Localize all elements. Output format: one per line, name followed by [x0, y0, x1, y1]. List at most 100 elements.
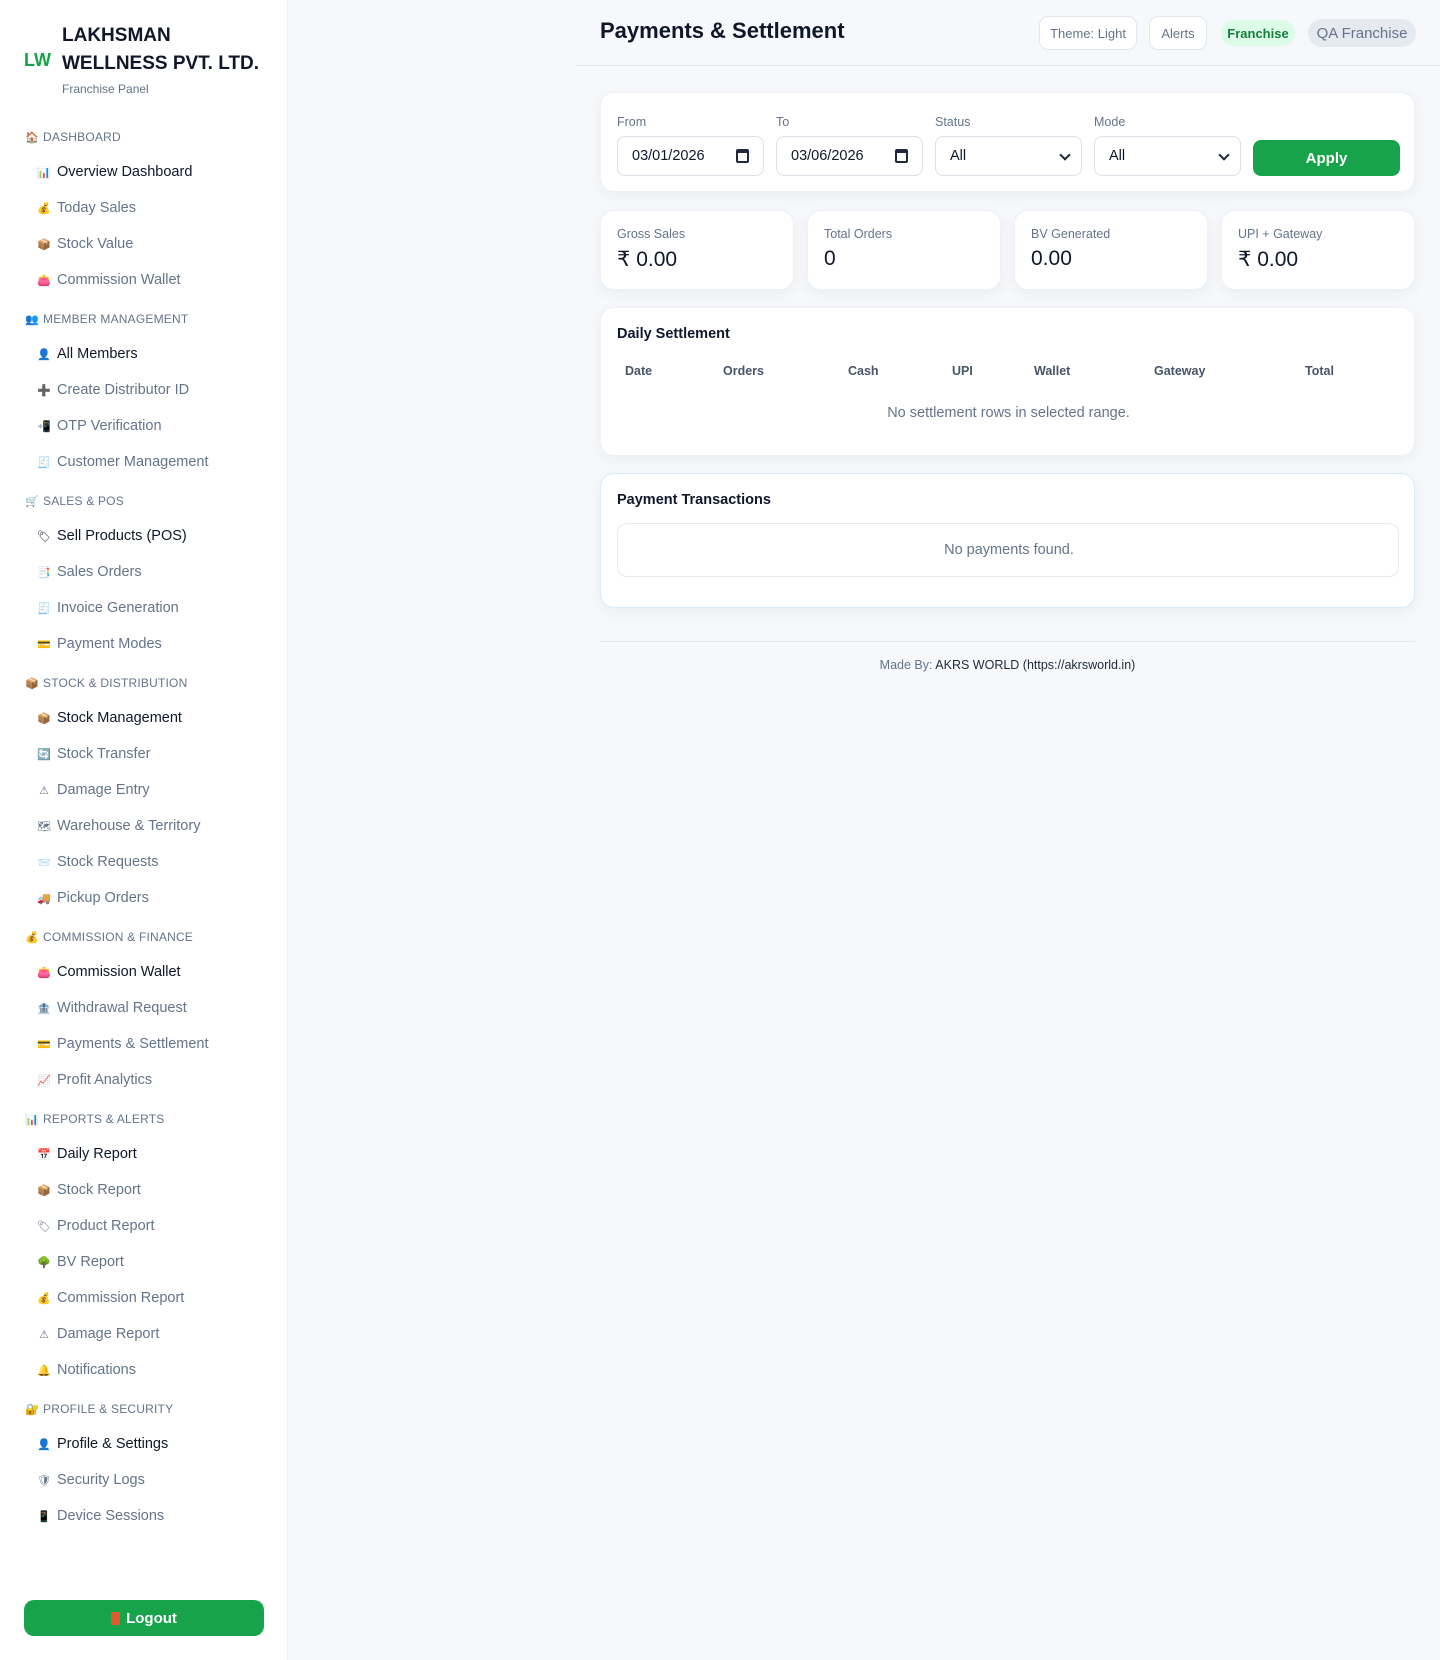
cart-icon: 🛒 [25, 495, 39, 508]
chevron-down-icon [1218, 149, 1230, 161]
sidebar-item-label: Profile & Settings [57, 1436, 169, 1452]
sidebar-item-security-logs[interactable]: 🛡 Security Logs [0, 1462, 288, 1498]
sidebar-item-profit-analytics[interactable]: 📈 Profit Analytics [0, 1062, 288, 1098]
sidebar-item-label: Device Sessions [57, 1508, 165, 1524]
alerts-button[interactable]: Alerts [1149, 16, 1207, 50]
nav-section: 👥 MEMBER MANAGEMENT 👤 All Members ➕ Create Di… [0, 308, 288, 480]
sidebar-item-label: Today Sales [57, 200, 136, 216]
shield-icon: 🛡 [37, 1474, 51, 1487]
sidebar-item-stock-report[interactable]: 📦 Stock Report [0, 1172, 288, 1208]
sidebar-item-otp-verification[interactable]: 📲 OTP Verification [0, 408, 288, 444]
sidebar-item-profile-settings[interactable]: 👤 Profile & Settings [0, 1426, 288, 1462]
sidebar-item-bv-report[interactable]: 🌳 BV Report [0, 1244, 288, 1280]
sidebar-item-product-report[interactable]: 🏷 Product Report [0, 1208, 288, 1244]
brand-logo: LW [24, 50, 51, 70]
sidebar-item-stock-management[interactable]: 📦 Stock Management [0, 700, 288, 736]
sidebar-item-label: OTP Verification [57, 418, 162, 434]
sidebar-item-payment-modes[interactable]: 💳 Payment Modes [0, 626, 288, 662]
sidebar-item-device-sessions[interactable]: 📱 Device Sessions [0, 1498, 288, 1534]
bar-chart-icon: 📊 [25, 1113, 39, 1126]
person-icon: 👤 [37, 1438, 51, 1451]
from-date-input[interactable]: 03/01/2026 [617, 136, 764, 176]
sidebar-item-stock-transfer[interactable]: 🔄 Stock Transfer [0, 736, 288, 772]
stat-label: UPI + Gateway [1238, 227, 1323, 241]
money-bag-icon: 💰 [37, 202, 51, 215]
sidebar-item-label: Warehouse & Territory [57, 818, 201, 834]
sidebar-item-daily-report[interactable]: 📅 Daily Report [0, 1136, 288, 1172]
status-value: All [950, 148, 967, 164]
stat-value: ₹ 0.00 [1238, 248, 1299, 271]
sidebar-item-warehouse-territory[interactable]: 🗺 Warehouse & Territory [0, 808, 288, 844]
stat-card-upi-gateway: UPI + Gateway ₹ 0.00 [1221, 210, 1415, 290]
logout-button[interactable]: Logout [24, 1600, 264, 1636]
sidebar: LW LAKHSMAN WELLNESS PVT. LTD. Franchise… [0, 0, 288, 1660]
sidebar-item-label: Commission Wallet [57, 964, 181, 980]
stat-value: 0.00 [1031, 247, 1072, 270]
sidebar-item-payments-settlement[interactable]: 💳 Payments & Settlement [0, 1026, 288, 1062]
sidebar-item-label: Invoice Generation [57, 600, 179, 616]
sidebar-item-label: Security Logs [57, 1472, 145, 1488]
sidebar-item-stock-value[interactable]: 📦 Stock Value [0, 226, 288, 262]
sidebar-item-stock-requests[interactable]: 📨 Stock Requests [0, 844, 288, 880]
sidebar-item-damage-entry[interactable]: ⚠ Damage Entry [0, 772, 288, 808]
stat-label: BV Generated [1031, 227, 1111, 241]
role-badge: Franchise [1221, 20, 1295, 46]
to-date-input[interactable]: 03/06/2026 [776, 136, 923, 176]
nav-section: 🏠 DASHBOARD 📊 Overview Dashboard 💰 Today Sale… [0, 126, 288, 298]
sidebar-item-label: Customer Management [57, 454, 209, 470]
sidebar-item-invoice-generation[interactable]: 🧾 Invoice Generation [0, 590, 288, 626]
sidebar-item-today-sales[interactable]: 💰 Today Sales [0, 190, 288, 226]
stat-card-total-orders: Total Orders 0 [807, 210, 1001, 290]
sidebar-item-overview-dashboard[interactable]: 📊 Overview Dashboard [0, 154, 288, 190]
chevron-down-icon [1059, 149, 1071, 161]
calendar-icon[interactable] [736, 149, 749, 163]
tree-icon: 🌳 [37, 1256, 51, 1269]
stat-value: 0 [824, 247, 836, 270]
nav-section-title: REPORTS & ALERTS [43, 1112, 165, 1126]
to-date-value: 03/06/2026 [791, 148, 864, 164]
lock-icon: 🔐 [25, 1403, 39, 1416]
sidebar-item-commission-wallet[interactable]: 👛 Commission Wallet [0, 262, 288, 298]
sidebar-item-label: Stock Requests [57, 854, 159, 870]
receipt-icon: 🧾 [37, 456, 51, 469]
sidebar-item-commission-wallet[interactable]: 👛 Commission Wallet [0, 954, 288, 990]
sidebar-item-label: Payment Modes [57, 636, 162, 652]
sidebar-item-label: Pickup Orders [57, 890, 149, 906]
sidebar-item-sales-orders[interactable]: 📑 Sales Orders [0, 554, 288, 590]
status-select[interactable]: All [935, 136, 1082, 176]
section-title: Daily Settlement [617, 326, 730, 342]
sidebar-item-commission-report[interactable]: 💰 Commission Report [0, 1280, 288, 1316]
sidebar-item-label: Withdrawal Request [57, 1000, 187, 1016]
sidebar-item-label: Stock Report [57, 1182, 141, 1198]
stat-label: Total Orders [824, 227, 893, 241]
sidebar-item-sell-products-pos[interactable]: 🏷 Sell Products (POS) [0, 518, 288, 554]
column-header: Date [625, 364, 653, 378]
device-icon: 📱 [37, 1510, 51, 1523]
sidebar-item-pickup-orders[interactable]: 🚚 Pickup Orders [0, 880, 288, 916]
credit-card-icon: 💳 [37, 638, 51, 651]
sidebar-item-label: All Members [57, 346, 138, 362]
brand-subtitle: Franchise Panel [62, 82, 149, 96]
apply-button[interactable]: Apply [1253, 140, 1400, 176]
stat-value: ₹ 0.00 [617, 248, 678, 271]
nav-section-header: 🛒 SALES & POS [0, 490, 288, 512]
user-badge[interactable]: QA Franchise [1308, 19, 1416, 47]
sidebar-item-notifications[interactable]: 🔔 Notifications [0, 1352, 288, 1388]
nav-section-title: PROFILE & SECURITY [43, 1402, 174, 1416]
theme-toggle-button[interactable]: Theme: Light [1039, 16, 1137, 50]
plus-icon: ➕ [37, 384, 51, 397]
calendar-icon[interactable] [895, 149, 908, 163]
sidebar-item-label: BV Report [57, 1254, 124, 1270]
sidebar-item-withdrawal-request[interactable]: 🏦 Withdrawal Request [0, 990, 288, 1026]
column-header: Gateway [1154, 364, 1206, 378]
empty-state-box: No payments found. [617, 523, 1399, 577]
sidebar-item-customer-management[interactable]: 🧾 Customer Management [0, 444, 288, 480]
sidebar-item-damage-report[interactable]: ⚠ Damage Report [0, 1316, 288, 1352]
mode-select[interactable]: All [1094, 136, 1241, 176]
sidebar-item-create-distributor-id[interactable]: ➕ Create Distributor ID [0, 372, 288, 408]
phone-icon: 📲 [37, 420, 51, 433]
nav-section-header: 📦 STOCK & DISTRIBUTION [0, 672, 288, 694]
sidebar-item-all-members[interactable]: 👤 All Members [0, 336, 288, 372]
footer-credit-link[interactable]: AKRS WORLD (https://akrsworld.in) [935, 658, 1135, 672]
nav-section-header: 📊 REPORTS & ALERTS [0, 1108, 288, 1130]
